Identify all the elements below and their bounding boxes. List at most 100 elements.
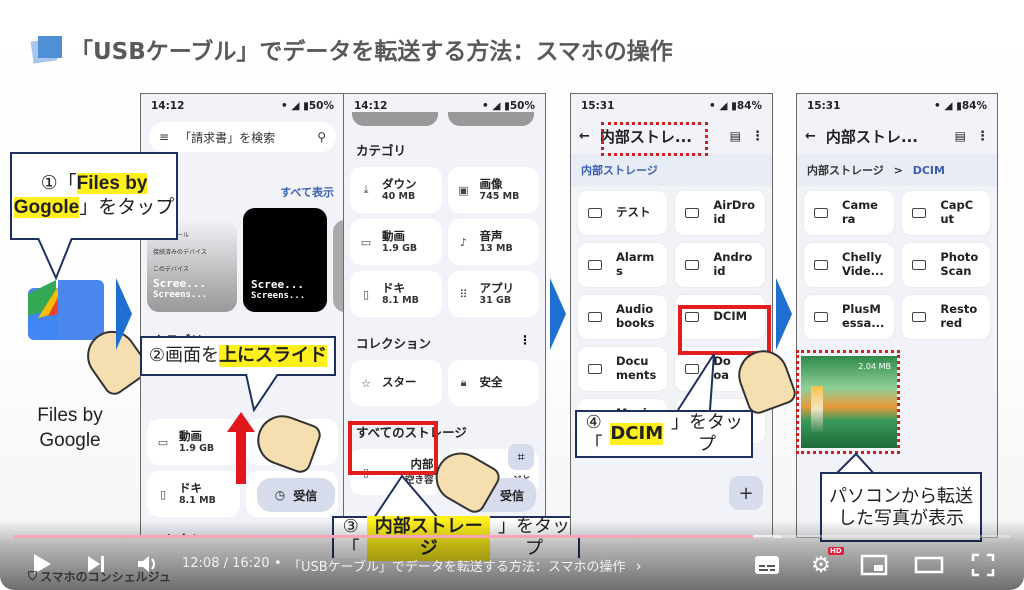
- breadcrumb-root[interactable]: 内部ストレージ: [807, 164, 884, 177]
- breadcrumb-separator: >: [893, 164, 903, 177]
- callout-text: 」をタップ: [79, 197, 175, 218]
- category-label: ドキ: [382, 280, 405, 295]
- category-size: 40 MB: [382, 191, 416, 203]
- callout-step4: ④「 DCIM 」をタップ: [575, 410, 753, 458]
- folder-name: Andro id: [713, 250, 753, 278]
- breadcrumb-current: DCIM: [912, 164, 945, 177]
- more-options-icon[interactable]: ⋮: [976, 129, 989, 144]
- app-label-line1: Files by: [37, 405, 103, 426]
- miniplayer-button[interactable]: [860, 554, 888, 576]
- status-time: 15:31: [581, 100, 615, 112]
- folder-icon: [588, 312, 602, 322]
- collection-label: 安全: [479, 375, 503, 390]
- callout-pointer: [37, 238, 73, 281]
- recent-card[interactable]: Scree... Screens...: [243, 208, 327, 312]
- callout-pointer: [373, 474, 439, 519]
- document-icon: ▯: [159, 487, 167, 501]
- highlight-dcim: [678, 305, 771, 355]
- overlay-item: このデバイス: [153, 266, 189, 273]
- search-input[interactable]: 「請求書」を検索: [179, 129, 307, 146]
- folder-item[interactable]: テスト: [577, 190, 669, 236]
- folder-name: Docu ments: [616, 354, 657, 382]
- folder-icon: [912, 312, 927, 322]
- status-bar: 14:12 • ◢ ▮50%: [141, 94, 344, 118]
- category-card[interactable]: ▯ ドキ 8.1 MB: [350, 271, 442, 317]
- folder-item[interactable]: Came ra: [803, 190, 896, 236]
- next-arrow-icon: [776, 278, 792, 350]
- category-size: 745 MB: [479, 191, 520, 203]
- folder-name: Alarm s: [616, 250, 655, 278]
- lock-icon: 🔒︎: [460, 376, 467, 389]
- collection-safe-folder[interactable]: 🔒︎ 安全: [447, 360, 539, 406]
- app-label-line2: Google: [39, 429, 101, 451]
- category-label: 動画: [382, 228, 405, 243]
- recent-card-sub: Screens...: [251, 291, 306, 301]
- folder-icon: [814, 312, 828, 322]
- folder-item[interactable]: Andro id: [674, 242, 766, 288]
- swipe-up-arrow-icon: [227, 412, 255, 484]
- folder-item[interactable]: PlusM essa...: [803, 294, 896, 340]
- category-card[interactable]: ♪ 音声 13 MB: [447, 219, 539, 265]
- folder-item[interactable]: Alarm s: [577, 242, 669, 288]
- folder-item[interactable]: Audio books: [577, 294, 669, 340]
- folder-item[interactable]: Chelly Vide...: [803, 242, 896, 288]
- list-view-icon[interactable]: ▤: [730, 129, 741, 143]
- app-icon-label: Files by Google: [24, 404, 116, 453]
- folder-name: Resto red: [940, 302, 978, 330]
- back-arrow-icon[interactable]: ←: [579, 129, 590, 144]
- more-options-icon[interactable]: ⋮: [519, 333, 531, 352]
- more-options-icon[interactable]: ⋮: [751, 129, 764, 144]
- add-fab[interactable]: +: [729, 476, 763, 510]
- search-icon[interactable]: ⚲: [317, 130, 326, 144]
- slide-title: 「USBケーブル」でデータを転送する方法：スマホの操作: [30, 32, 673, 66]
- callout-step2: ②画面を 上にスライド: [140, 336, 336, 376]
- fullscreen-button[interactable]: [970, 552, 996, 578]
- music-icon: ♪: [459, 235, 468, 249]
- folder-item[interactable]: Docu ments: [577, 346, 669, 392]
- scan-button[interactable]: ⌗: [508, 444, 534, 470]
- theater-mode-button[interactable]: [914, 554, 944, 576]
- settings-gear-icon[interactable]: ⚙: [808, 552, 834, 578]
- folder-name: Chelly Vide...: [842, 250, 884, 278]
- progress-bar[interactable]: [14, 535, 1010, 538]
- category-card[interactable]: ▭ 動画 1.9 GB: [350, 219, 442, 265]
- status-battery: • ◢ ▮84%: [708, 100, 762, 112]
- category-size: 31 GB: [479, 295, 512, 307]
- callout-text: ①「: [40, 173, 77, 195]
- recent-card-sub: Screens...: [153, 290, 208, 300]
- hd-badge: HD: [828, 547, 844, 555]
- subtitles-button[interactable]: [754, 554, 780, 576]
- folder-name: Photo Scan: [940, 250, 979, 278]
- category-label: ドキ: [179, 480, 202, 495]
- list-view-icon[interactable]: ▤: [955, 129, 966, 143]
- menu-icon[interactable]: ≡: [159, 130, 169, 144]
- next-arrow-icon: [116, 278, 132, 350]
- category-card[interactable]: ▣ 画像 745 MB: [447, 167, 539, 213]
- receive-button[interactable]: ◷ 受信: [257, 478, 335, 512]
- title-bullet-icon: [30, 34, 64, 64]
- next-arrow-icon: [550, 278, 566, 350]
- video-frame: 「USBケーブル」でデータを転送する方法：スマホの操作 Files by Goo…: [0, 0, 1024, 590]
- folder-item[interactable]: AirDro id: [674, 190, 766, 236]
- category-label: 画像: [479, 176, 503, 191]
- chapter-title-text: 「USBケーブル」でデータを転送する方法：スマホの操作: [288, 560, 626, 575]
- collection-starred[interactable]: ☆ スター: [350, 360, 442, 406]
- breadcrumb[interactable]: 内部ストレージ: [571, 154, 772, 186]
- folder-item[interactable]: Resto red: [901, 294, 991, 340]
- files-by-google-app-icon[interactable]: [28, 280, 106, 340]
- chapter-title[interactable]: 「USBケーブル」でデータを転送する方法：スマホの操作 ›: [288, 556, 642, 575]
- callout-text: ②画面を: [148, 344, 220, 366]
- folder-icon: [814, 260, 828, 270]
- folder-item[interactable]: Photo Scan: [901, 242, 991, 288]
- search-bar[interactable]: ≡ 「請求書」を検索 ⚲: [149, 122, 336, 152]
- folder-icon: [685, 260, 700, 270]
- back-arrow-icon[interactable]: ←: [805, 129, 816, 144]
- callout-text: ④「: [584, 411, 603, 456]
- channel-logo-icon: ⛉: [28, 569, 38, 583]
- category-card[interactable]: ⤓ ダウン 40 MB: [350, 167, 442, 213]
- category-card[interactable]: ⠿ アプリ 31 GB: [447, 271, 539, 317]
- receive-label: 受信: [499, 488, 524, 503]
- video-icon: ▭: [157, 435, 169, 449]
- folder-item[interactable]: CapC ut: [901, 190, 991, 236]
- collection-heading: コレクション: [356, 336, 432, 351]
